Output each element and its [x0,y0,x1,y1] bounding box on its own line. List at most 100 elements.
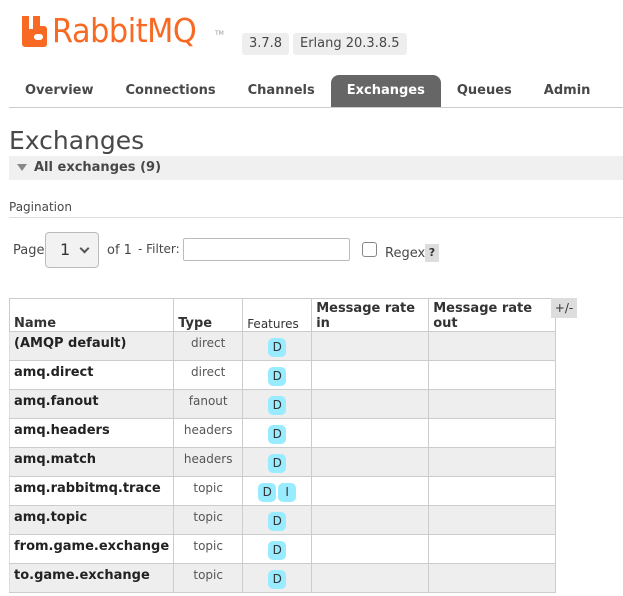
tab-connections[interactable]: Connections [110,75,232,107]
message-rate-out [428,360,557,390]
page-count-label: of 1 [107,243,132,258]
table-row[interactable]: amq.rabbitmq.trace topic D I [8,476,557,506]
message-rate-out [428,418,557,448]
exchange-type: direct [173,331,244,361]
exchange-type: direct [173,360,244,390]
table-row[interactable]: amq.fanout fanout D [8,389,557,419]
table-row[interactable]: to.game.exchange topic D [8,563,557,593]
internal-badge: I [278,483,297,502]
rabbitmq-logo[interactable]: RabbitMQ [20,14,209,47]
section-label: All exchanges (9) [34,160,162,175]
durable-badge: D [258,483,277,502]
message-rate-in [311,418,430,448]
column-toggle-button[interactable]: +/- [551,298,577,318]
table-row[interactable]: amq.headers headers D [8,418,557,448]
exchange-name-link[interactable]: amq.fanout [8,389,175,419]
exchange-features: D [242,389,313,419]
column-header-type[interactable]: Type [173,298,244,332]
exchange-features: D [242,447,313,477]
exchange-name-link[interactable]: amq.match [8,447,175,477]
help-button[interactable]: ? [425,244,439,262]
column-header-name[interactable]: Name [8,298,175,332]
table-row[interactable]: amq.topic topic D [8,505,557,535]
column-header-features: Features [242,298,313,332]
durable-badge: D [268,425,287,444]
exchange-features: D [242,331,313,361]
table-row[interactable]: (AMQP default) direct D [8,331,557,361]
tab-channels[interactable]: Channels [232,75,331,107]
page-select-value: 1 [60,240,71,259]
durable-badge: D [268,396,287,415]
exchange-name-link[interactable]: amq.headers [8,418,175,448]
message-rate-in [311,505,430,535]
exchange-name-link[interactable]: amq.direct [8,360,175,390]
page-label: Page [13,243,45,258]
all-exchanges-section-toggle[interactable]: All exchanges (9) [9,156,623,180]
column-header-rate-out: Message rate out [428,298,557,332]
collapse-arrow-icon [17,164,27,171]
durable-badge: D [268,367,287,386]
message-rate-out [428,505,557,535]
filter-input[interactable] [183,238,350,261]
chevron-down-icon [79,243,90,254]
exchange-name-link[interactable]: amq.topic [8,505,175,535]
exchange-type: headers [173,447,244,477]
durable-badge: D [268,570,287,589]
table-body: (AMQP default) direct Damq.direct direct Dam… [8,331,557,593]
message-rate-in [311,331,430,361]
message-rate-out [428,447,557,477]
exchange-type: topic [173,534,244,564]
message-rate-out [428,476,557,506]
table-row[interactable]: from.game.exchange topic D [8,534,557,564]
exchange-features: D [242,563,313,593]
header: RabbitMQ TM 3.7.8 Erlang 20.3.8.5 [0,0,623,62]
message-rate-in [311,534,430,564]
message-rate-in [311,389,430,419]
tab-overview[interactable]: Overview [9,75,110,107]
nav-divider [9,107,623,108]
tab-queues[interactable]: Queues [441,75,528,107]
message-rate-out [428,389,557,419]
pagination-heading: Pagination [9,200,72,214]
regex-label: Regex [385,246,426,261]
table-row[interactable]: amq.match headers D [8,447,557,477]
pagination-divider [9,217,623,218]
exchange-type: fanout [173,389,244,419]
logo-trademark: TM [215,30,224,37]
tab-exchanges[interactable]: Exchanges [330,75,441,107]
erlang-version-badge: Erlang 20.3.8.5 [293,33,407,55]
exchange-name-link[interactable]: (AMQP default) [8,331,175,361]
exchange-name-link[interactable]: from.game.exchange [8,534,175,564]
logo-text: RabbitMQ [52,11,197,50]
column-header-rate-in: Message rate in [311,298,430,332]
exchange-features: D [242,360,313,390]
message-rate-in [311,563,430,593]
exchange-name-link[interactable]: to.game.exchange [8,563,175,593]
message-rate-in [311,360,430,390]
exchanges-table: Name Type Features Message rate in Messa… [8,298,557,593]
message-rate-out [428,563,557,593]
page-select[interactable]: 1 [45,232,99,268]
filter-label: - Filter: [138,242,180,256]
exchange-type: topic [173,563,244,593]
exchange-type: topic [173,476,244,506]
regex-checkbox[interactable] [362,242,377,257]
main-nav: Overview Connections Channels Exchanges … [9,75,606,107]
exchange-features: D [242,534,313,564]
exchange-features: D [242,418,313,448]
table-header-row: Name Type Features Message rate in Messa… [8,298,557,332]
tab-admin[interactable]: Admin [528,75,607,107]
durable-badge: D [268,338,287,357]
exchange-features: D [242,505,313,535]
exchange-name-link[interactable]: amq.rabbitmq.trace [8,476,175,506]
rabbitmq-logo-icon [22,16,47,47]
durable-badge: D [268,541,287,560]
message-rate-out [428,331,557,361]
durable-badge: D [268,454,287,473]
message-rate-out [428,534,557,564]
exchange-features: DI [242,476,313,506]
table-row[interactable]: amq.direct direct D [8,360,557,390]
rabbitmq-version-badge: 3.7.8 [242,33,290,55]
message-rate-in [311,476,430,506]
page-title: Exchanges [9,126,145,155]
